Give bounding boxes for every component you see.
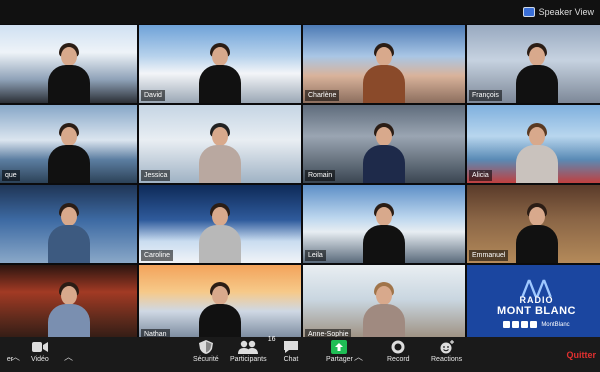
youtube-icon	[530, 321, 538, 328]
video-tile[interactable]	[0, 25, 137, 103]
participant-name: François	[469, 90, 502, 101]
video-grid: David Charlène François que Jessica Roma…	[0, 25, 600, 342]
participants-button[interactable]: 16 Participants	[230, 336, 276, 363]
radio-mont-blanc-tile[interactable]: ⋀⋀ RADIO MONT BLANC MontBlanc	[467, 265, 600, 342]
meeting-toolbar: er ︿ Vidéo ︿ Sécurité 16 Participants Ch…	[0, 336, 600, 372]
participant-video	[44, 282, 94, 342]
instagram-icon	[521, 321, 529, 328]
security-label: Sécurité	[193, 356, 219, 363]
participant-video	[512, 123, 562, 183]
shield-icon	[198, 340, 213, 354]
speaker-view-label: Speaker View	[538, 7, 594, 17]
smiley-plus-icon	[440, 340, 454, 354]
video-tile[interactable]: Alicia	[467, 105, 600, 183]
video-tile[interactable]: François	[467, 25, 600, 103]
video-tile[interactable]: David	[139, 25, 301, 103]
participant-name: Romain	[305, 170, 336, 181]
twitter-icon	[512, 321, 520, 328]
participant-video	[195, 203, 245, 263]
participant-name: Alicia	[469, 170, 492, 181]
video-tile[interactable]: Nathan	[139, 265, 301, 342]
speaker-view-button[interactable]: Speaker View	[522, 4, 594, 20]
share-screen-icon	[331, 340, 348, 354]
participant-video	[195, 282, 245, 342]
video-tile[interactable]: Caroline	[139, 185, 301, 263]
participant-name: Caroline	[141, 250, 174, 261]
participant-name: Emmanuel	[469, 250, 509, 261]
leave-meeting-button[interactable]: Quitter	[566, 350, 596, 360]
participant-name: Leila	[305, 250, 326, 261]
video-camera-icon	[31, 342, 48, 352]
record-button[interactable]: Record	[387, 340, 410, 363]
participant-video	[512, 203, 562, 263]
participant-video	[359, 43, 409, 103]
video-tile[interactable]: Romain	[303, 105, 465, 183]
share-options-chevron-icon[interactable]: ︿	[354, 350, 363, 363]
station-name: MONT BLANC	[497, 305, 576, 317]
participant-video	[359, 282, 409, 342]
participants-count: 16	[267, 336, 276, 343]
participant-video	[44, 203, 94, 263]
video-tile[interactable]	[0, 185, 137, 263]
social-links: MontBlanc	[503, 321, 570, 328]
share-label: Partager	[326, 356, 353, 363]
participant-video	[512, 43, 562, 103]
participant-video	[44, 43, 94, 103]
chat-label: Chat	[283, 356, 299, 363]
video-tile[interactable]	[0, 265, 137, 342]
record-icon	[391, 340, 405, 354]
video-tile[interactable]: Emmanuel	[467, 185, 600, 263]
video-tile[interactable]: Anne-Sophie	[303, 265, 465, 342]
video-tile[interactable]: Leila	[303, 185, 465, 263]
video-tile[interactable]: Charlène	[303, 25, 465, 103]
participant-video	[359, 203, 409, 263]
audio-options-chevron-icon[interactable]: ︿	[11, 350, 20, 363]
speaker-view-icon	[522, 7, 535, 17]
record-label: Record	[387, 356, 410, 363]
participant-name: Jessica	[141, 170, 171, 181]
chat-button[interactable]: Chat	[283, 340, 299, 363]
video-tile[interactable]: que	[0, 105, 137, 183]
participants-icon	[238, 340, 259, 354]
reactions-label: Reactions	[431, 356, 463, 363]
facebook-icon	[503, 321, 511, 328]
social-handle: MontBlanc	[541, 321, 570, 328]
security-button[interactable]: Sécurité	[193, 340, 219, 363]
reactions-button[interactable]: Reactions	[431, 340, 462, 363]
radio-label: RADIO	[519, 295, 554, 305]
participant-name: que	[2, 170, 20, 181]
participants-label: Participants	[230, 356, 267, 363]
participant-name: Charlène	[305, 90, 340, 101]
video-button[interactable]: Vidéo	[31, 340, 49, 363]
video-label: Vidéo	[31, 356, 49, 363]
participant-video	[359, 123, 409, 183]
video-options-chevron-icon[interactable]: ︿	[64, 350, 73, 363]
participant-video	[44, 123, 94, 183]
chat-bubble-icon	[284, 341, 298, 353]
share-screen-button[interactable]: Partager	[326, 340, 353, 363]
top-bar: Speaker View	[0, 0, 600, 24]
participant-name: David	[141, 90, 165, 101]
participant-video	[195, 43, 245, 103]
video-tile[interactable]: Jessica	[139, 105, 301, 183]
mountain-logo-icon: ⋀⋀	[521, 277, 552, 297]
participant-video	[195, 123, 245, 183]
